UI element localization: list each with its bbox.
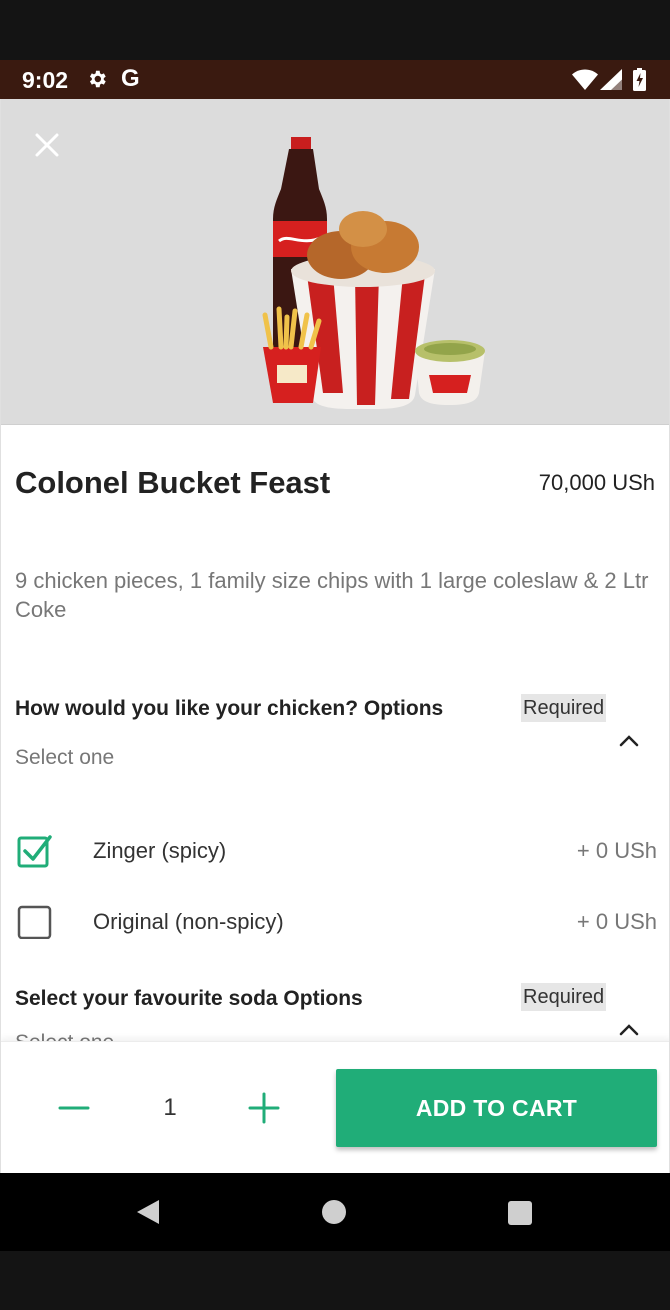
option-row-original[interactable]: Original (non-spicy) + 0 USh bbox=[1, 892, 669, 952]
minus-icon[interactable] bbox=[56, 1090, 92, 1126]
back-icon[interactable] bbox=[135, 1199, 161, 1225]
option-group-subtitle: Select one bbox=[15, 746, 115, 769]
plus-icon[interactable] bbox=[246, 1090, 282, 1126]
product-price: 70,000 USh bbox=[538, 470, 655, 495]
bucket-meal-image bbox=[262, 137, 485, 409]
quantity-value: 1 bbox=[163, 1094, 177, 1121]
option-group-title: Select your favourite soda Options bbox=[15, 987, 363, 1010]
home-icon[interactable] bbox=[322, 1200, 346, 1224]
checkbox-checked-icon[interactable] bbox=[17, 833, 52, 868]
system-nav-bar bbox=[0, 1173, 670, 1251]
gear-icon bbox=[89, 70, 106, 88]
required-badge: Required bbox=[521, 983, 607, 1011]
google-icon: G bbox=[121, 65, 140, 92]
battery-charging-icon bbox=[633, 68, 646, 91]
required-badge: Required bbox=[521, 694, 607, 722]
status-time: 9:02 bbox=[22, 67, 69, 93]
status-bar: 9:02 G bbox=[0, 60, 670, 99]
option-group-title: How would you like your chicken? Options bbox=[15, 697, 444, 720]
top-spacer bbox=[0, 0, 670, 60]
product-detail-sheet: Colonel Bucket Feast 70,000 USh 9 chicke… bbox=[0, 99, 670, 1173]
chevron-up-icon[interactable] bbox=[618, 1023, 640, 1037]
option-price: + 0 USh bbox=[576, 909, 657, 934]
add-to-cart-button[interactable]: ADD TO CART bbox=[336, 1069, 657, 1147]
product-description: 9 chicken pieces, 1 family size chips wi… bbox=[15, 568, 649, 622]
option-label: Original (non-spicy) bbox=[93, 909, 284, 934]
product-title: Colonel Bucket Feast bbox=[15, 465, 331, 500]
chevron-up-icon[interactable] bbox=[618, 734, 640, 748]
signal-icon bbox=[600, 69, 622, 90]
cart-bar: 1 ADD TO CART bbox=[1, 1041, 669, 1173]
bottom-spacer bbox=[0, 1251, 670, 1310]
close-icon[interactable] bbox=[31, 129, 63, 161]
wifi-icon bbox=[572, 69, 598, 90]
recents-icon[interactable] bbox=[508, 1201, 532, 1225]
product-image bbox=[1, 99, 669, 425]
option-row-zinger[interactable]: Zinger (spicy) + 0 USh bbox=[1, 821, 669, 881]
option-label: Zinger (spicy) bbox=[93, 838, 227, 863]
checkbox-unchecked-icon[interactable] bbox=[17, 904, 52, 939]
option-price: + 0 USh bbox=[576, 838, 657, 863]
